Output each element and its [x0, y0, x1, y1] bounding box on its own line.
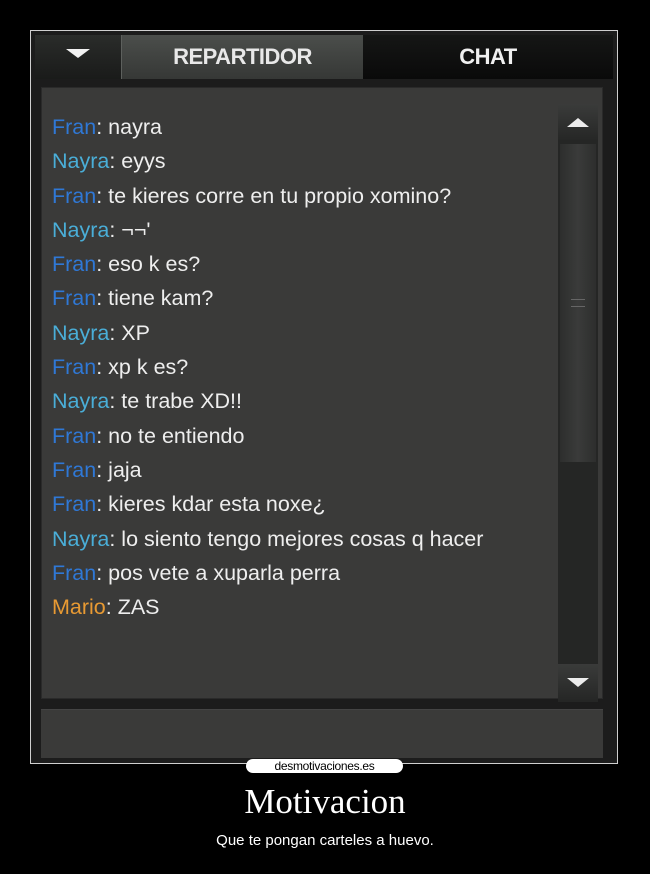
message-text: : pos vete a xuparla perra — [96, 560, 341, 585]
dropdown-toggle-button[interactable] — [35, 35, 121, 79]
chat-message: Fran: tiene kam? — [52, 281, 540, 315]
message-sender[interactable]: Fran — [52, 184, 96, 208]
scroll-up-button[interactable] — [558, 104, 598, 140]
chat-message: Fran: pos vete a xuparla perra — [52, 556, 540, 590]
poster-subtitle: Que te pongan carteles a huevo. — [216, 832, 434, 849]
message-sender[interactable]: Fran — [52, 355, 96, 379]
chat-message: Fran: jaja — [52, 453, 540, 487]
chevron-down-icon — [66, 48, 90, 58]
chat-log-panel: Fran: nayra Nayra: eyys Fran: te kieres co… — [41, 87, 603, 702]
message-list: Fran: nayra Nayra: eyys Fran: te kieres co… — [52, 110, 540, 624]
arrow-down-icon — [567, 677, 589, 687]
tab-bar: REPARTIDOR CHAT — [35, 35, 613, 79]
message-sender[interactable]: Nayra — [52, 321, 109, 345]
chat-message: Fran: xp k es? — [52, 350, 540, 384]
game-chat-screenshot: REPARTIDOR CHAT Fran: nayra Nayra: eyys Fr… — [30, 30, 618, 764]
chat-message: Fran: eso k es? — [52, 247, 540, 281]
chat-message: Mario: ZAS — [52, 590, 540, 624]
arrow-up-icon — [567, 117, 589, 127]
message-sender[interactable]: Fran — [52, 424, 96, 448]
message-sender[interactable]: Fran — [52, 115, 96, 139]
message-text: : eyys — [109, 149, 166, 174]
tab-repartidor[interactable]: REPARTIDOR — [121, 35, 363, 79]
scroll-down-button[interactable] — [558, 664, 598, 700]
message-sender[interactable]: Nayra — [52, 527, 109, 551]
message-sender[interactable]: Fran — [52, 252, 96, 276]
scrollbar[interactable] — [558, 104, 598, 702]
message-text: : kieres kdar esta noxe¿ — [96, 492, 326, 517]
chat-message: Nayra: ¬¬' — [52, 213, 540, 247]
message-sender[interactable]: Nayra — [52, 149, 109, 173]
chat-message: Fran: nayra — [52, 110, 540, 144]
chat-message: Fran: te kieres corre en tu propio xomin… — [52, 179, 540, 213]
chat-message: Fran: no te entiendo — [52, 419, 540, 453]
message-text: : tiene kam? — [96, 286, 214, 311]
message-sender[interactable]: Nayra — [52, 389, 109, 413]
site-logo[interactable]: desmotivaciones.es — [246, 759, 403, 773]
message-text: : te kieres corre en tu propio xomino? — [96, 183, 452, 208]
chat-message: Nayra: eyys — [52, 144, 540, 178]
chat-message: Fran: kieres kdar esta noxe¿ — [52, 487, 540, 521]
message-text: : jaja — [96, 457, 142, 482]
message-sender[interactable]: Fran — [52, 561, 96, 585]
message-text: : nayra — [96, 115, 162, 139]
poster-title: Motivacion — [244, 782, 406, 821]
message-text: : xp k es? — [96, 355, 189, 380]
message-sender[interactable]: Nayra — [52, 218, 109, 242]
chat-message: Nayra: XP — [52, 316, 540, 350]
message-sender[interactable]: Fran — [52, 458, 96, 482]
scrollbar-thumb[interactable] — [560, 144, 596, 462]
message-sender[interactable]: Mario — [52, 595, 106, 619]
message-text: : lo siento tengo mejores cosas q hacer — [109, 526, 484, 551]
message-text: : XP — [109, 320, 150, 345]
grip-icon — [571, 299, 585, 307]
message-text: : te trabe XD!! — [109, 389, 243, 414]
message-text: : eso k es? — [96, 252, 201, 277]
message-text: : ¬¬' — [109, 217, 151, 242]
chat-input-field[interactable] — [41, 709, 603, 758]
chat-message: Nayra: lo siento tengo mejores cosas q h… — [52, 522, 540, 556]
message-text: : ZAS — [105, 595, 160, 620]
message-sender[interactable]: Fran — [52, 286, 96, 310]
message-text: : no te entiendo — [96, 423, 245, 448]
tab-chat[interactable]: CHAT — [363, 35, 613, 79]
message-sender[interactable]: Fran — [52, 492, 96, 516]
chat-message: Nayra: te trabe XD!! — [52, 384, 540, 418]
